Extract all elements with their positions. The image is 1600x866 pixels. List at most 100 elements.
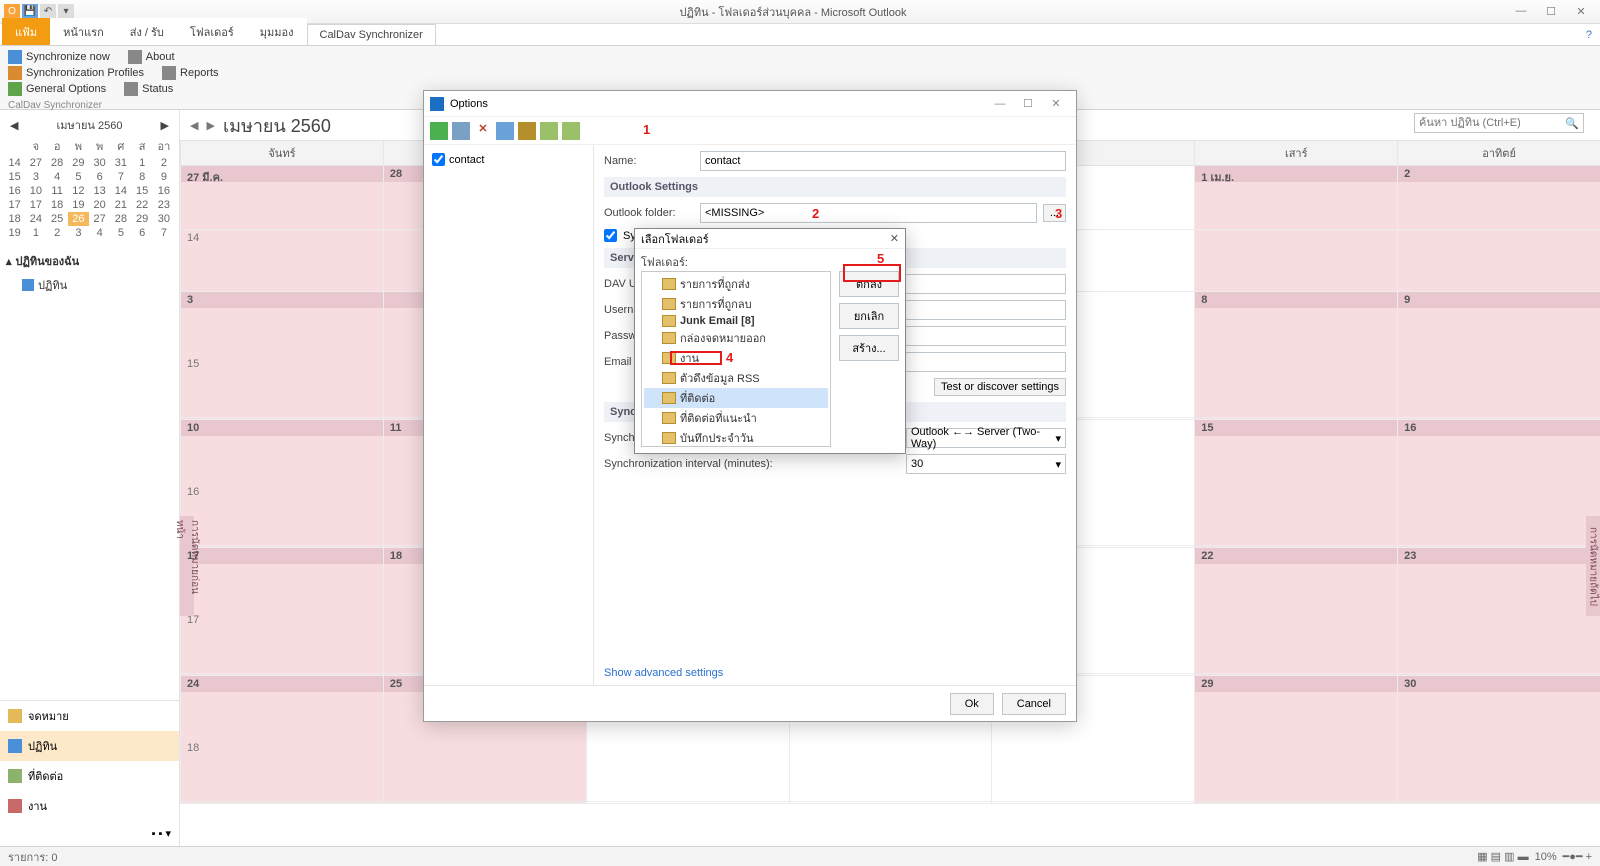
folder-label: Outlook folder: bbox=[604, 207, 694, 219]
btn-sync-now[interactable]: Synchronize now bbox=[8, 50, 110, 64]
test-settings-button[interactable]: Test or discover settings bbox=[934, 378, 1066, 396]
label: Status bbox=[142, 83, 173, 95]
copy-profile-icon[interactable] bbox=[496, 122, 514, 140]
nav-calendar[interactable]: ปฏิทิน bbox=[0, 731, 179, 761]
tab-home[interactable]: หน้าแรก bbox=[50, 18, 117, 45]
dialog-maximize[interactable]: ☐ bbox=[1014, 97, 1042, 110]
export-icon[interactable] bbox=[540, 122, 558, 140]
nav-mail[interactable]: จดหมาย bbox=[0, 701, 179, 731]
cancel-button[interactable]: Cancel bbox=[1002, 693, 1066, 715]
profile-item[interactable]: contact bbox=[430, 151, 587, 168]
month-next[interactable]: ▶ bbox=[206, 119, 214, 132]
fp-new-button[interactable]: สร้าง... bbox=[839, 335, 899, 361]
profile-checkbox[interactable] bbox=[432, 153, 445, 166]
label: About bbox=[146, 51, 175, 63]
fp-tree-node[interactable]: ที่ติดต่อที่แนะนำ bbox=[644, 408, 828, 428]
name-input[interactable] bbox=[700, 151, 1066, 171]
import-icon[interactable] bbox=[562, 122, 580, 140]
fp-tree-node[interactable]: บันทึกประจำวัน bbox=[644, 428, 828, 447]
mini-calendar[interactable]: ◀ เมษายน 2560 ▶ จอพพศสอา 14272829303112 … bbox=[0, 110, 179, 244]
status-bar: รายการ: 0 ▦ ▤ ▥ ▬ 10% ━●━ + bbox=[0, 846, 1600, 866]
fp-tree-node[interactable]: งาน bbox=[644, 348, 828, 368]
delete-profile-icon[interactable]: ✕ bbox=[474, 122, 492, 140]
search-input[interactable] bbox=[1419, 117, 1565, 129]
fp-tree-node[interactable]: Junk Email [8] bbox=[644, 314, 828, 328]
btn-sync-profiles[interactable]: Synchronization Profiles bbox=[8, 66, 144, 80]
dialog-icon bbox=[430, 97, 444, 111]
calendar-nav-list: ▴ ปฏิทินของฉัน ปฏิทิน bbox=[0, 244, 179, 700]
tab-sendreceive[interactable]: ส่ง / รับ bbox=[117, 18, 177, 45]
zoom-slider[interactable]: ━●━ + bbox=[1563, 850, 1592, 863]
date-num: 14 bbox=[187, 232, 199, 244]
label: Synchronize now bbox=[26, 51, 110, 63]
minimize-button[interactable]: — bbox=[1508, 5, 1534, 18]
date-num: 8 bbox=[1201, 294, 1207, 306]
maximize-button[interactable]: ☐ bbox=[1538, 5, 1564, 18]
folder-picker-dialog: เลือกโฟลเดอร์ ✕ โฟลเดอร์: รายการที่ถูกส่… bbox=[634, 228, 906, 454]
nav-contacts[interactable]: ที่ติดต่อ bbox=[0, 761, 179, 791]
nav-bottom: จดหมาย ปฏิทิน ที่ติดต่อ งาน ▪ ▪ ▾ bbox=[0, 700, 179, 846]
folder-input[interactable] bbox=[700, 203, 1037, 223]
name-label: Name: bbox=[604, 155, 694, 167]
interval-select[interactable]: 30▾ bbox=[906, 454, 1066, 474]
add-profile-icon[interactable] bbox=[430, 122, 448, 140]
date-num: 15 bbox=[187, 358, 199, 370]
date-num: 17 bbox=[187, 550, 199, 562]
label: General Options bbox=[26, 83, 106, 95]
dayhdr-mon: จันทร์ bbox=[180, 141, 383, 165]
search-icon[interactable]: 🔍 bbox=[1565, 117, 1579, 130]
minical-prev[interactable]: ◀ bbox=[10, 119, 18, 132]
date-num: 28 bbox=[390, 168, 402, 180]
btn-about[interactable]: About bbox=[128, 50, 175, 64]
profile-name: contact bbox=[449, 154, 484, 166]
btn-status[interactable]: Status bbox=[124, 82, 173, 96]
nav-group-mycalendars[interactable]: ▴ ปฏิทินของฉัน bbox=[4, 248, 175, 274]
btn-reports[interactable]: Reports bbox=[162, 66, 219, 80]
date-num: 1 เม.ย. bbox=[1201, 168, 1234, 186]
dayhdr-sat: เสาร์ bbox=[1194, 141, 1397, 165]
nav-item-calendar[interactable]: ปฏิทิน bbox=[4, 274, 175, 296]
sync-immediate-checkbox[interactable] bbox=[604, 229, 617, 242]
fp-tree-node[interactable]: กล่องจดหมายออก bbox=[644, 328, 828, 348]
mode-select[interactable]: Outlook ←→ Server (Two-Way)▾ bbox=[906, 428, 1066, 448]
dialog-minimize[interactable]: — bbox=[986, 98, 1014, 110]
dialog-close[interactable]: ✕ bbox=[1042, 97, 1070, 110]
nav-overflow[interactable]: ▪ ▪ ▾ bbox=[0, 821, 179, 846]
ok-button[interactable]: Ok bbox=[950, 693, 994, 715]
close-button[interactable]: ✕ bbox=[1568, 5, 1594, 18]
tab-folder[interactable]: โฟลเดอร์ bbox=[177, 18, 247, 45]
help-icon[interactable]: ? bbox=[1578, 25, 1600, 45]
fp-close[interactable]: ✕ bbox=[890, 232, 899, 245]
fp-tree-node[interactable]: รายการที่ถูกส่ง bbox=[644, 274, 828, 294]
date-num: 30 bbox=[1404, 678, 1416, 690]
add-multiple-icon[interactable] bbox=[452, 122, 470, 140]
tab-view[interactable]: มุมมอง bbox=[247, 18, 307, 45]
date-num: 15 bbox=[1201, 422, 1213, 434]
folder-icon[interactable] bbox=[518, 122, 536, 140]
fp-ok-button[interactable]: ตกลง bbox=[839, 271, 899, 297]
status-items: รายการ: 0 bbox=[8, 848, 58, 866]
minical-grid[interactable]: จอพพศสอา 14272829303112 153456789 161011… bbox=[4, 136, 175, 240]
next-appointment-handle[interactable]: การนัดหมายถัดไป bbox=[1586, 516, 1600, 616]
date-num: 24 bbox=[187, 678, 199, 690]
tab-caldav[interactable]: CalDav Synchronizer bbox=[307, 24, 436, 45]
btn-general-options[interactable]: General Options bbox=[8, 82, 106, 96]
tab-file[interactable]: แฟ้ม bbox=[2, 18, 50, 45]
fp-tree-node[interactable]: ตัวดึงข้อมูล RSS bbox=[644, 368, 828, 388]
ribbon-tabs: แฟ้ม หน้าแรก ส่ง / รับ โฟลเดอร์ มุมมอง C… bbox=[0, 24, 1600, 46]
date-num: 3 bbox=[187, 294, 193, 306]
prev-appointment-handle[interactable]: การนัดหมายก่อนหน้า bbox=[180, 516, 194, 616]
minical-next[interactable]: ▶ bbox=[161, 119, 169, 132]
month-prev[interactable]: ◀ bbox=[190, 119, 198, 132]
date-num: 16 bbox=[1404, 422, 1416, 434]
fp-tree[interactable]: รายการที่ถูกส่งรายการที่ถูกลบJunk Email … bbox=[641, 271, 831, 447]
show-advanced-link[interactable]: Show advanced settings bbox=[604, 667, 1066, 679]
view-buttons[interactable]: ▦ ▤ ▥ ▬ bbox=[1477, 850, 1528, 863]
search-box[interactable]: 🔍 bbox=[1414, 113, 1584, 133]
fp-tree-node[interactable]: ที่ติดต่อ bbox=[644, 388, 828, 408]
browse-folder-button[interactable]: ... bbox=[1043, 204, 1066, 222]
nav-tasks[interactable]: งาน bbox=[0, 791, 179, 821]
fp-cancel-button[interactable]: ยกเลิก bbox=[839, 303, 899, 329]
fp-tree-node[interactable]: รายการที่ถูกลบ bbox=[644, 294, 828, 314]
dialog-toolbar: ✕ bbox=[424, 117, 1076, 145]
